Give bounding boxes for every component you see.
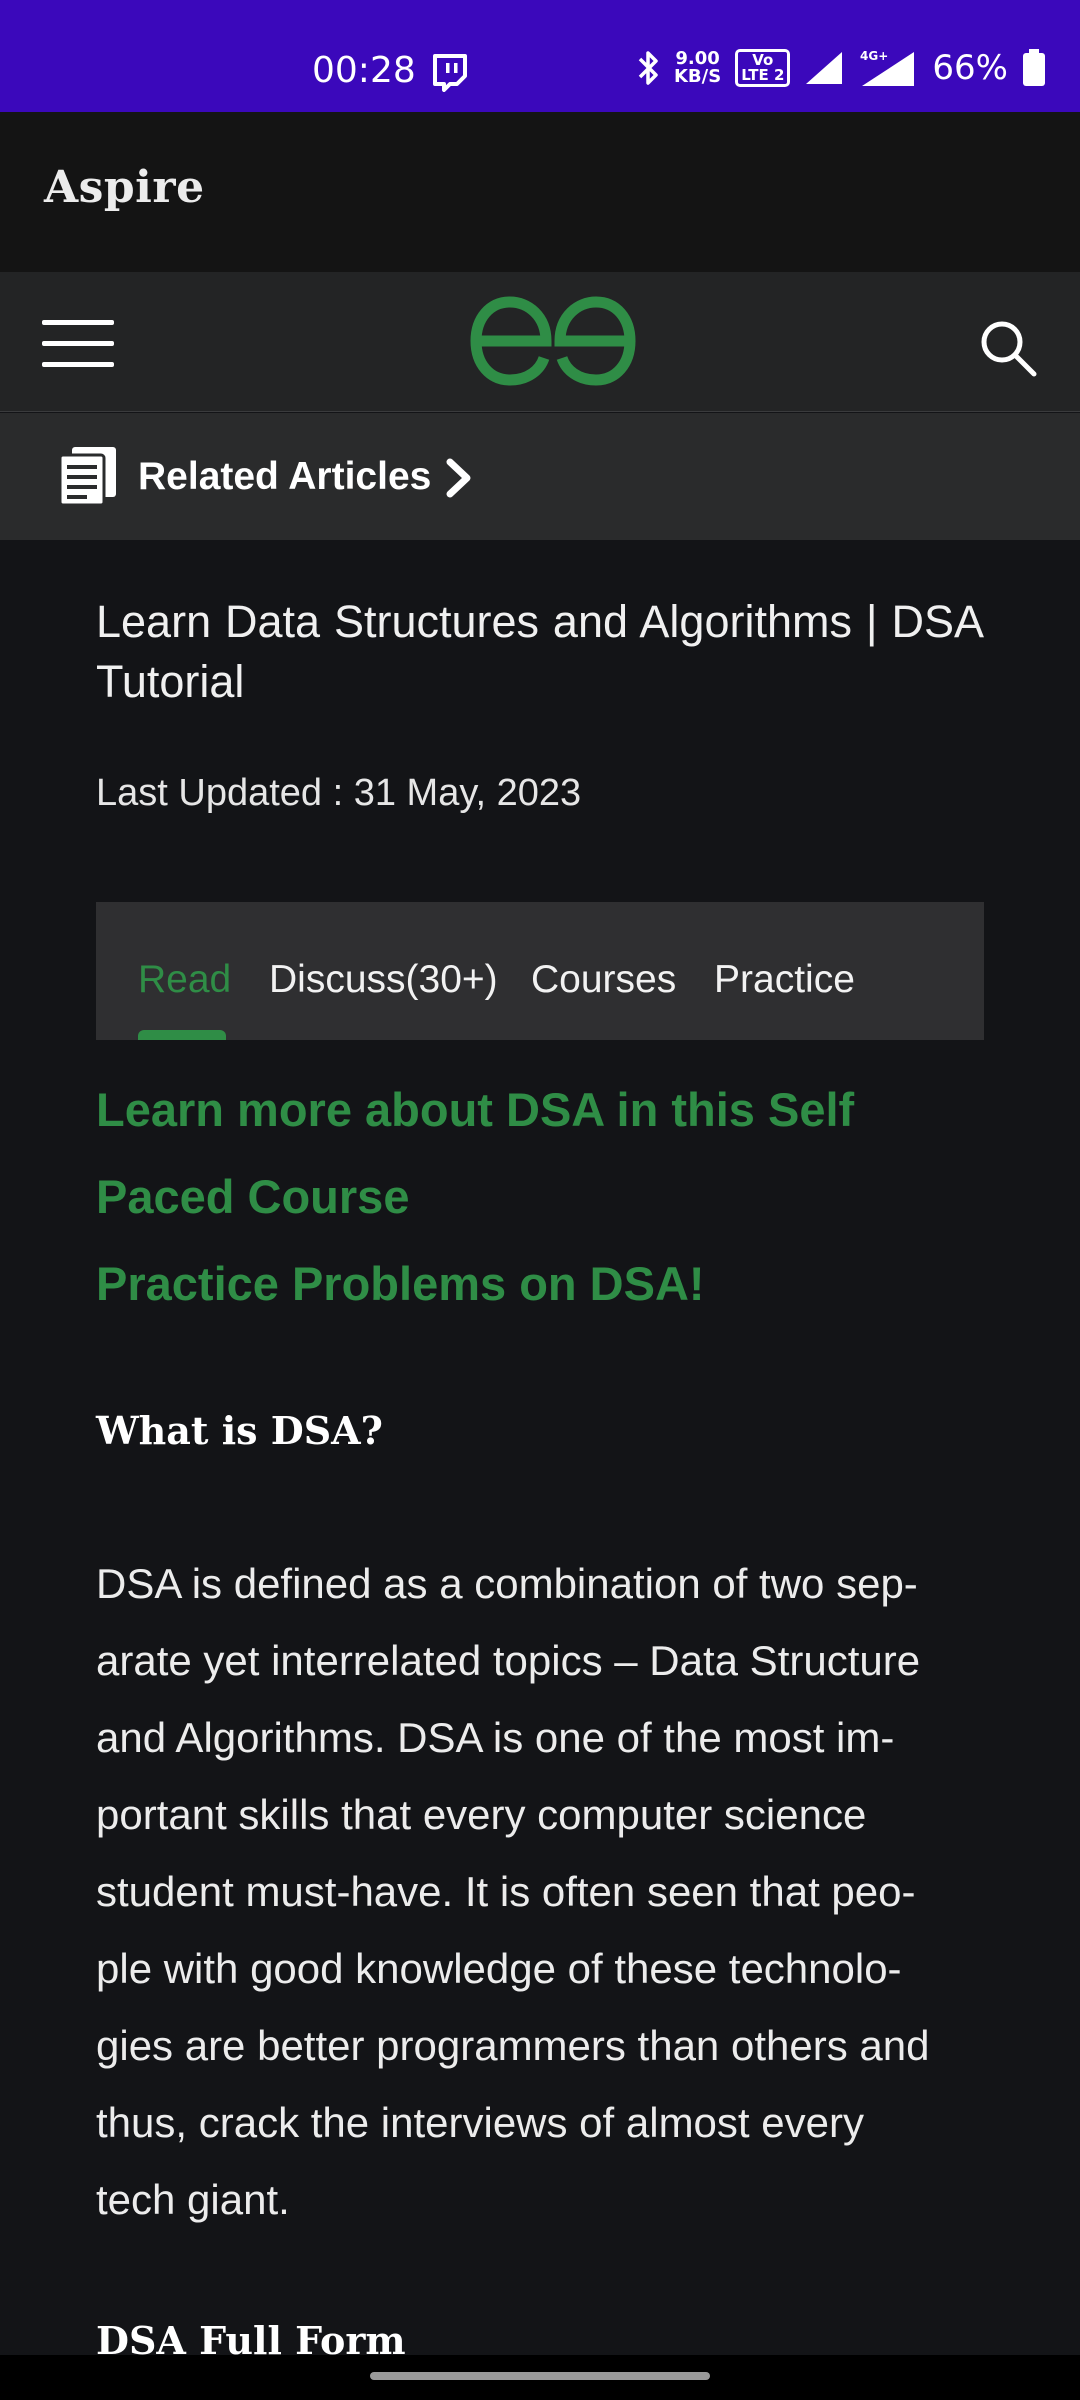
practice-problems-link[interactable]: Practice Problems on DSA!	[96, 1240, 705, 1328]
paragraph-line: arate yet interrelated topics – Data Str…	[96, 1637, 921, 1684]
status-time: 00:28	[312, 50, 416, 91]
hamburger-line	[42, 320, 114, 325]
paragraph-line: ple with good knowledge of these technol…	[96, 1945, 902, 1992]
related-articles-bar[interactable]: Related Articles	[0, 413, 1080, 540]
gfg-logo-icon[interactable]	[468, 296, 638, 386]
svg-text:4G+: 4G+	[860, 49, 888, 63]
paragraph-line: portant skills that every computer scien…	[96, 1791, 867, 1838]
paragraph-line: student must-have. It is often seen that…	[96, 1868, 916, 1915]
tab-read[interactable]: Read	[138, 958, 231, 1002]
paragraph-line: gies are better programmers than others …	[96, 2022, 930, 2069]
article-tabs: Read Discuss(30+) Courses Practice	[96, 902, 984, 1040]
app-logo: Aspire	[44, 162, 205, 213]
self-paced-course-link[interactable]: Learn more about DSA in this Self	[96, 1066, 854, 1154]
tab-courses[interactable]: Courses	[531, 958, 676, 1002]
last-updated: Last Updated : 31 May, 2023	[96, 772, 582, 814]
article-paragraph: DSA is defined as a combination of two s…	[96, 1545, 984, 2238]
paragraph-line: DSA is defined as a combination of two s…	[96, 1560, 918, 1607]
app-bar: Aspire	[0, 112, 1080, 272]
active-tab-indicator	[138, 1030, 226, 1040]
hamburger-menu-button[interactable]	[42, 320, 114, 368]
paragraph-line: and Algorithms. DSA is one of the most i…	[96, 1714, 895, 1761]
paragraph-line: thus, crack the interviews of almost eve…	[96, 2099, 864, 2146]
hamburger-line	[42, 341, 114, 346]
tab-practice[interactable]: Practice	[714, 958, 855, 1002]
hamburger-line	[42, 362, 114, 367]
volte-badge: Vo LTE 2	[735, 49, 791, 87]
battery-percent: 66%	[932, 48, 1008, 88]
network-speed: 9.00 KB/S	[673, 48, 722, 87]
section-heading-what-is-dsa: What is DSA?	[96, 1408, 383, 1453]
search-icon[interactable]	[978, 318, 1038, 378]
chevron-right-icon	[446, 458, 471, 498]
battery-icon	[1023, 49, 1045, 86]
articles-icon	[58, 447, 116, 507]
signal-4g-icon: 4G+	[860, 49, 915, 86]
related-articles-label: Related Articles	[138, 455, 432, 498]
site-header	[0, 272, 1080, 412]
navigation-bar	[0, 2355, 1080, 2400]
twitch-icon	[433, 54, 467, 92]
tab-discuss[interactable]: Discuss(30+)	[269, 958, 498, 1002]
self-paced-course-link-cont[interactable]: Paced Course	[96, 1153, 409, 1241]
status-bar: 00:28 9.00 KB/S Vo LTE 2 4G+ 66%	[0, 0, 1080, 112]
status-icons: 9.00 KB/S Vo LTE 2 4G+ 66%	[638, 48, 1046, 88]
bluetooth-icon	[638, 51, 658, 85]
article-title: Learn Data Structures and Algorithms | D…	[96, 596, 984, 707]
gesture-handle[interactable]	[370, 2372, 710, 2380]
paragraph-line: tech giant.	[96, 2176, 290, 2223]
signal-icon	[806, 52, 843, 84]
